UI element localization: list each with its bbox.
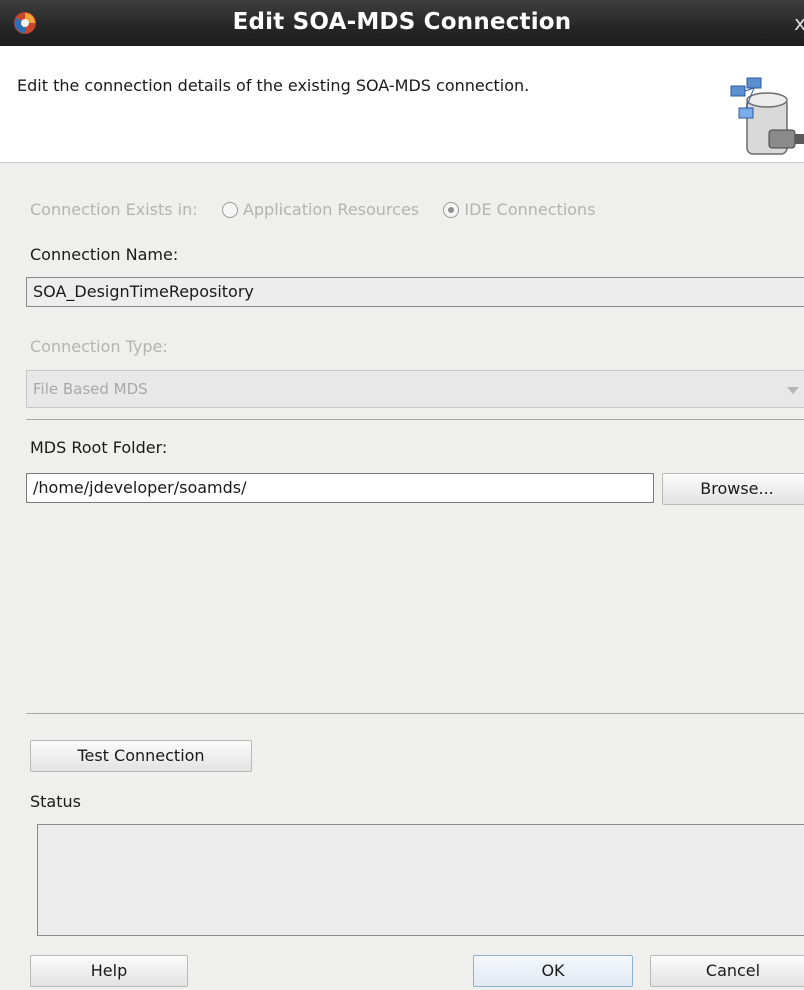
radio-application-resources[interactable] — [221, 202, 238, 218]
connection-name-label: Connection Name: — [30, 245, 179, 264]
cancel-button[interactable]: Cancel — [650, 955, 804, 987]
title-bar: Edit SOA-MDS Connection x — [0, 0, 804, 46]
help-button[interactable]: Help — [30, 955, 188, 987]
close-icon[interactable]: x — [794, 11, 804, 35]
window-title: Edit SOA-MDS Connection — [232, 9, 572, 35]
connection-type-select[interactable]: File Based MDS — [26, 370, 804, 408]
divider — [26, 419, 804, 420]
connection-exists-in-row: Connection Exists in: Application Resour… — [30, 200, 596, 219]
connection-type-value: File Based MDS — [33, 380, 148, 398]
database-connection-icon — [730, 77, 804, 155]
connection-name-field[interactable]: SOA_DesignTimeRepository — [26, 277, 804, 307]
status-label: Status — [30, 792, 81, 811]
mds-root-folder-label: MDS Root Folder: — [30, 438, 168, 457]
dialog-header: Edit the connection details of the exist… — [0, 46, 804, 163]
ok-button[interactable]: OK — [473, 955, 633, 987]
radio-ide-connections[interactable] — [443, 202, 460, 218]
divider — [26, 713, 804, 714]
application-resources-label: Application Resources — [242, 200, 420, 219]
chevron-down-icon — [787, 387, 799, 394]
connection-type-label: Connection Type: — [30, 337, 168, 356]
ide-connections-label: IDE Connections — [464, 200, 596, 219]
dialog-description: Edit the connection details of the exist… — [17, 76, 530, 95]
connection-exists-label: Connection Exists in: — [30, 200, 198, 219]
browse-button[interactable]: Browse... — [662, 473, 804, 505]
mds-root-folder-input[interactable]: /home/jdeveloper/soamds/ — [26, 473, 654, 503]
test-connection-button[interactable]: Test Connection — [30, 740, 252, 772]
status-area — [37, 824, 804, 936]
